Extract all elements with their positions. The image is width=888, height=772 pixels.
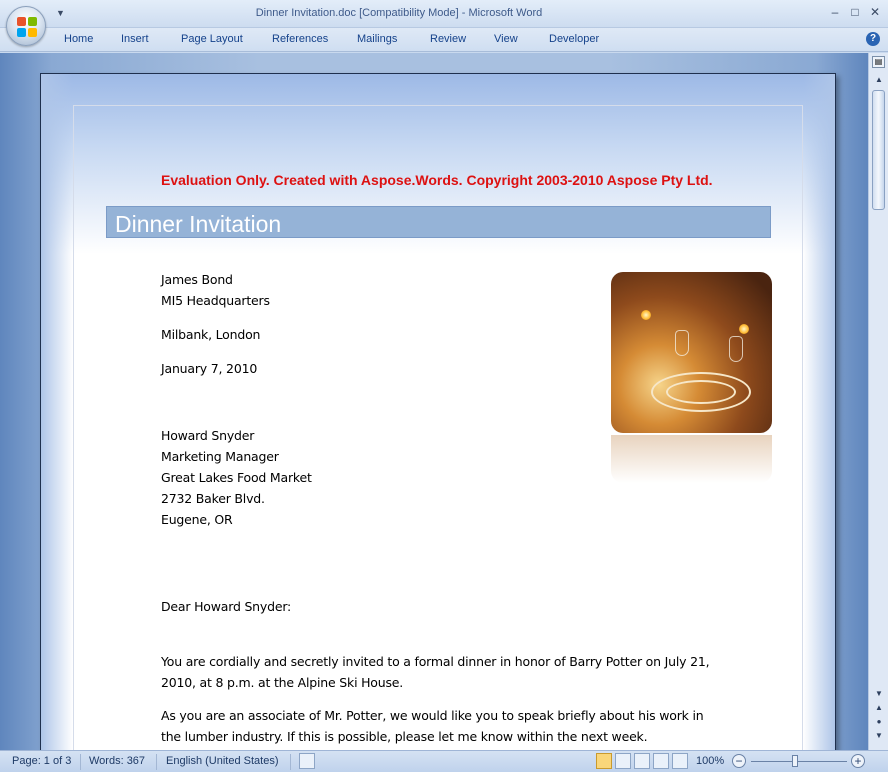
body-line: You are cordially and secretly invited t…: [161, 654, 710, 669]
maximize-button[interactable]: □: [846, 5, 864, 19]
evaluation-notice: Evaluation Only. Created with Aspose.Wor…: [161, 172, 713, 188]
status-divider: [156, 754, 157, 770]
office-logo-icon: [17, 17, 37, 37]
body-line: As you are an associate of Mr. Potter, w…: [161, 708, 704, 723]
tab-view[interactable]: View: [494, 33, 518, 45]
status-bar: Page: 1 of 3 Words: 367 English (United …: [0, 750, 888, 772]
select-browse-object-icon[interactable]: ●: [871, 715, 887, 729]
dinner-table-photo[interactable]: [611, 272, 772, 433]
tab-mailings[interactable]: Mailings: [357, 33, 397, 45]
recipient-title: Marketing Manager: [161, 449, 279, 464]
language-indicator[interactable]: English (United States): [166, 755, 279, 767]
help-icon[interactable]: ?: [866, 32, 880, 46]
body-line: 2010, at 8 p.m. at the Alpine Ski House.: [161, 675, 404, 690]
tab-developer[interactable]: Developer: [549, 33, 599, 45]
minimize-button[interactable]: –: [826, 5, 844, 19]
wine-glass: [675, 330, 689, 356]
status-divider: [290, 754, 291, 770]
tab-home[interactable]: Home: [64, 33, 93, 45]
letter-date: January 7, 2010: [161, 361, 258, 376]
page-left-shade: [41, 74, 73, 750]
close-button[interactable]: ✕: [866, 5, 884, 19]
wine-glass: [729, 336, 743, 362]
zoom-out-icon[interactable]: −: [732, 754, 746, 768]
tab-review[interactable]: Review: [430, 33, 466, 45]
word-count[interactable]: Words: 367: [89, 755, 145, 767]
zoom-slider-track[interactable]: [751, 761, 847, 762]
web-layout-view-icon[interactable]: [634, 753, 650, 769]
draft-view-icon[interactable]: [672, 753, 688, 769]
outline-view-icon[interactable]: [653, 753, 669, 769]
photo-reflection: [611, 435, 772, 483]
tab-references[interactable]: References: [272, 33, 328, 45]
ribbon-tab-bar: Home Insert Page Layout References Maili…: [0, 28, 888, 52]
document-workspace: Evaluation Only. Created with Aspose.Wor…: [0, 53, 868, 750]
salutation: Dear Howard Snyder:: [161, 599, 292, 614]
view-ruler-icon[interactable]: ▤: [872, 56, 885, 68]
plate-shape: [666, 380, 736, 404]
recipient-street: 2732 Baker Blvd.: [161, 491, 265, 506]
print-layout-view-icon[interactable]: [596, 753, 612, 769]
vertical-scrollbar[interactable]: ▤ ▲ ▼ ▲ ● ▼: [868, 53, 888, 750]
next-page-icon[interactable]: ▼: [871, 729, 887, 743]
tab-page-layout[interactable]: Page Layout: [181, 33, 243, 45]
sender-city: Milbank, London: [161, 327, 261, 342]
recipient-name: Howard Snyder: [161, 428, 255, 443]
page-right-shade: [803, 74, 835, 750]
document-page[interactable]: Evaluation Only. Created with Aspose.Wor…: [40, 73, 836, 750]
previous-page-icon[interactable]: ▲: [871, 701, 887, 715]
scroll-down-icon[interactable]: ▼: [871, 687, 887, 701]
full-screen-reading-view-icon[interactable]: [615, 753, 631, 769]
sender-address: MI5 Headquarters: [161, 293, 270, 308]
page-count[interactable]: Page: 1 of 3: [12, 755, 71, 767]
macro-recording-icon[interactable]: [299, 753, 315, 769]
office-button[interactable]: [6, 6, 46, 46]
status-divider: [80, 754, 81, 770]
document-heading: Dinner Invitation: [115, 211, 282, 237]
zoom-level[interactable]: 100%: [696, 755, 724, 767]
title-bar: ▼ Dinner Invitation.doc [Compatibility M…: [0, 0, 888, 28]
candle-flame: [641, 310, 651, 320]
sender-name: James Bond: [161, 272, 233, 287]
heading-bar: Dinner Invitation: [106, 206, 771, 238]
body-line: the lumber industry. If this is possible…: [161, 729, 648, 744]
scroll-up-icon[interactable]: ▲: [871, 73, 887, 87]
scrollbar-thumb[interactable]: [872, 90, 885, 210]
zoom-in-icon[interactable]: +: [851, 754, 865, 768]
window-title: Dinner Invitation.doc [Compatibility Mod…: [255, 7, 543, 19]
zoom-slider-thumb[interactable]: [792, 755, 798, 767]
recipient-company: Great Lakes Food Market: [161, 470, 312, 485]
candle-flame: [739, 324, 749, 334]
tab-insert[interactable]: Insert: [121, 33, 149, 45]
recipient-city: Eugene, OR: [161, 512, 233, 527]
